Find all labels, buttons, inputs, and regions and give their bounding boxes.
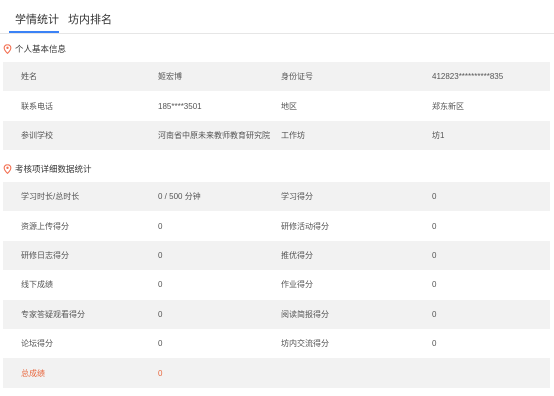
field-value: 0 — [158, 250, 163, 260]
field-value: 姬宏博 — [158, 72, 182, 82]
basic-info-table: 姓名 姬宏博 身份证号 412823**********835 联系电话 185… — [3, 62, 550, 151]
table-row: 研修日志得分 0 推优得分 0 — [3, 240, 550, 271]
field-label: 研修活动得分 — [281, 221, 329, 231]
field-label: 姓名 — [21, 72, 37, 82]
field-value: 185****3501 — [158, 101, 202, 111]
section-title: 个人基本信息 — [15, 44, 67, 54]
section-details: 考核项详细数据统计 — [3, 162, 92, 176]
field-label: 工作坊 — [281, 130, 305, 140]
field-label: 作业得分 — [281, 280, 313, 290]
table-row: 专家答疑观看得分 0 阅读简报得分 0 — [3, 299, 550, 329]
field-value: 郑东新区 — [432, 101, 464, 111]
field-value: 0 / 500 分钟 — [158, 192, 201, 202]
table-row: 姓名 姬宏博 身份证号 412823**********835 — [3, 62, 550, 92]
field-label: 联系电话 — [21, 101, 53, 111]
active-tab-indicator — [9, 31, 59, 33]
field-value: 坊1 — [432, 130, 445, 140]
location-pin-icon — [3, 44, 12, 54]
field-value: 412823**********835 — [432, 72, 504, 82]
field-label: 学习时长/总时长 — [21, 192, 80, 202]
field-label: 地区 — [281, 101, 297, 111]
field-label: 阅读简报得分 — [281, 309, 329, 319]
table-row: 资源上传得分 0 研修活动得分 0 — [3, 211, 550, 240]
field-value: 0 — [432, 221, 437, 231]
field-value: 0 — [158, 339, 163, 349]
field-label: 线下成绩 — [21, 280, 53, 290]
field-label: 资源上传得分 — [21, 221, 69, 231]
field-label: 推优得分 — [281, 250, 313, 260]
location-pin-icon — [3, 164, 12, 174]
field-label: 研修日志得分 — [21, 250, 69, 260]
field-value: 0 — [432, 339, 437, 349]
field-value: 0 — [158, 309, 163, 319]
field-value: 0 — [432, 280, 437, 290]
section-title: 考核项详细数据统计 — [15, 164, 92, 174]
table-row: 联系电话 185****3501 地区 郑东新区 — [3, 91, 550, 120]
section-basic-info: 个人基本信息 — [3, 42, 66, 56]
total-score-value: 0 — [158, 368, 163, 378]
tab-study-stats[interactable]: 学情统计 — [15, 11, 59, 27]
field-label: 参训学校 — [21, 130, 53, 140]
field-value: 0 — [158, 280, 163, 290]
details-table: 学习时长/总时长 0 / 500 分钟 学习得分 0 资源上传得分 0 研修活动… — [3, 182, 550, 388]
table-row: 学习时长/总时长 0 / 500 分钟 学习得分 0 — [3, 182, 550, 212]
field-value: 0 — [432, 309, 437, 319]
field-label: 学习得分 — [281, 192, 313, 202]
field-label: 论坛得分 — [21, 339, 53, 349]
field-value: 0 — [432, 250, 437, 260]
field-value: 河南省中原未来教师教育研究院 — [158, 130, 270, 140]
tab-bar: 学情统计 坊内排名 — [0, 0, 554, 34]
table-row: 论坛得分 0 坊内交流得分 0 — [3, 329, 550, 358]
total-score-row: 总成绩 0 — [3, 358, 550, 388]
table-row: 参训学校 河南省中原未来教师教育研究院 工作坊 坊1 — [3, 120, 550, 151]
field-value: 0 — [158, 221, 163, 231]
field-label: 身份证号 — [281, 72, 313, 82]
tab-ranking[interactable]: 坊内排名 — [68, 11, 112, 27]
field-label: 坊内交流得分 — [281, 339, 329, 349]
field-value: 0 — [432, 192, 437, 202]
table-row: 线下成绩 0 作业得分 0 — [3, 270, 550, 299]
field-label: 专家答疑观看得分 — [21, 309, 85, 319]
total-score-label: 总成绩 — [21, 368, 45, 378]
